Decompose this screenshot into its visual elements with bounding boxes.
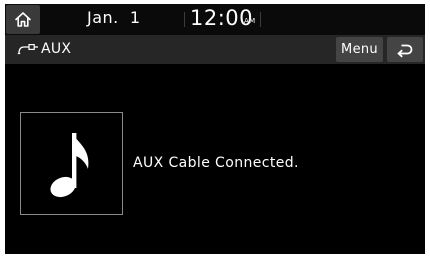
album-art (20, 112, 123, 215)
music-note-icon (49, 132, 88, 197)
status-ampm: AM (244, 17, 256, 25)
title-bar: AUX Menu (5, 35, 425, 64)
status-date: Jan. 1 (87, 8, 141, 27)
aux-cable-icon (17, 43, 39, 57)
menu-button[interactable]: Menu (336, 37, 383, 62)
home-icon (15, 12, 31, 27)
head-unit-screen: Jan. 1 12:00 AM AUX Menu AUX Cable Conne… (5, 4, 425, 254)
home-button[interactable] (6, 5, 40, 34)
back-arrow-icon (397, 44, 413, 57)
status-divider (260, 12, 261, 27)
status-divider (184, 12, 185, 27)
status-bar: Jan. 1 12:00 AM (5, 4, 425, 35)
back-button[interactable] (387, 37, 423, 62)
connection-status-message: AUX Cable Connected. (133, 155, 299, 171)
source-title: AUX (41, 41, 72, 57)
